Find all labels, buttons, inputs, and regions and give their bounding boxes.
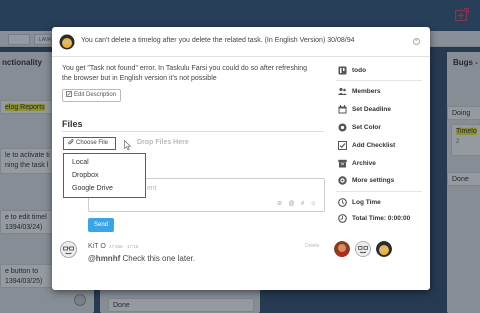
tag-icon[interactable]: # — [299, 201, 306, 208]
mouse-cursor-icon — [124, 140, 132, 151]
mention-icon[interactable]: @ — [288, 201, 295, 208]
avatar — [60, 241, 77, 258]
send-button[interactable]: Send — [88, 218, 114, 232]
comment-text: @hmnhf Check this one later. — [88, 254, 195, 263]
files-title: Files — [62, 119, 83, 129]
checklist-icon — [338, 141, 347, 150]
comment-date: 27 Mar - 17:16 — [109, 244, 139, 249]
comment-toolbar: ⊘ @ # ☺ — [276, 201, 320, 208]
modal-header: You can't delete a timelog after you del… — [52, 27, 430, 57]
add-checklist-label: Add Checklist — [352, 142, 396, 149]
divider — [336, 80, 422, 81]
dropdown-item-dropbox[interactable]: Dropbox — [72, 172, 98, 179]
clock-icon — [338, 198, 347, 207]
comment-mention[interactable]: @hmnhf — [88, 254, 120, 263]
dropdown-item-google-drive[interactable]: Google Drive — [72, 185, 113, 192]
comment-body: Check this one later. — [122, 254, 195, 263]
list-name: todo — [352, 67, 367, 74]
member-avatar[interactable] — [355, 241, 371, 257]
edit-icon — [66, 91, 72, 97]
divider — [62, 131, 324, 132]
member-avatar[interactable] — [334, 241, 350, 257]
calendar-icon — [338, 105, 347, 114]
more-settings-label: More settings — [352, 177, 395, 184]
member-avatar[interactable] — [376, 241, 392, 257]
file-source-dropdown: Local Dropbox Google Drive — [63, 153, 146, 198]
color-icon — [338, 123, 347, 132]
members-icon — [338, 87, 347, 95]
emoji-icon[interactable]: ☺ — [310, 201, 317, 208]
paperclip-icon — [68, 139, 74, 145]
comment-author: KiT O — [88, 243, 106, 250]
set-deadline-label: Set Deadline — [352, 106, 392, 113]
attach-icon[interactable]: ⊘ — [276, 201, 283, 208]
modal-title: You can't delete a timelog after you del… — [81, 37, 355, 44]
task-modal: You can't delete a timelog after you del… — [52, 27, 430, 290]
archive-label: Archive — [352, 160, 376, 167]
user-avatar-icon — [59, 34, 75, 50]
choose-file-label: Choose File — [76, 140, 109, 146]
set-color-label: Set Color — [352, 124, 381, 131]
members-label: Members — [352, 88, 381, 95]
archive-icon — [338, 159, 347, 168]
close-icon[interactable]: × — [413, 38, 420, 45]
choose-file-button[interactable]: Choose File — [63, 137, 116, 150]
log-time-label: Log Time — [352, 199, 381, 206]
total-time-label: Total Time: 0:00:00 — [352, 215, 411, 222]
gear-icon — [338, 176, 347, 185]
list-icon — [338, 66, 347, 75]
comment-placeholder: ent — [147, 185, 157, 192]
divider — [336, 191, 422, 192]
task-description: You get "Task not found" error. In Tasku… — [62, 65, 308, 82]
dropdown-item-local[interactable]: Local — [72, 159, 89, 166]
drop-files-zone[interactable]: Drop Files Here — [137, 139, 189, 146]
timer-icon — [338, 214, 347, 223]
edit-description-label: Edit Description — [74, 92, 117, 98]
delete-comment-button[interactable]: Delete — [305, 243, 319, 249]
edit-description-button[interactable]: Edit Description — [62, 89, 122, 102]
